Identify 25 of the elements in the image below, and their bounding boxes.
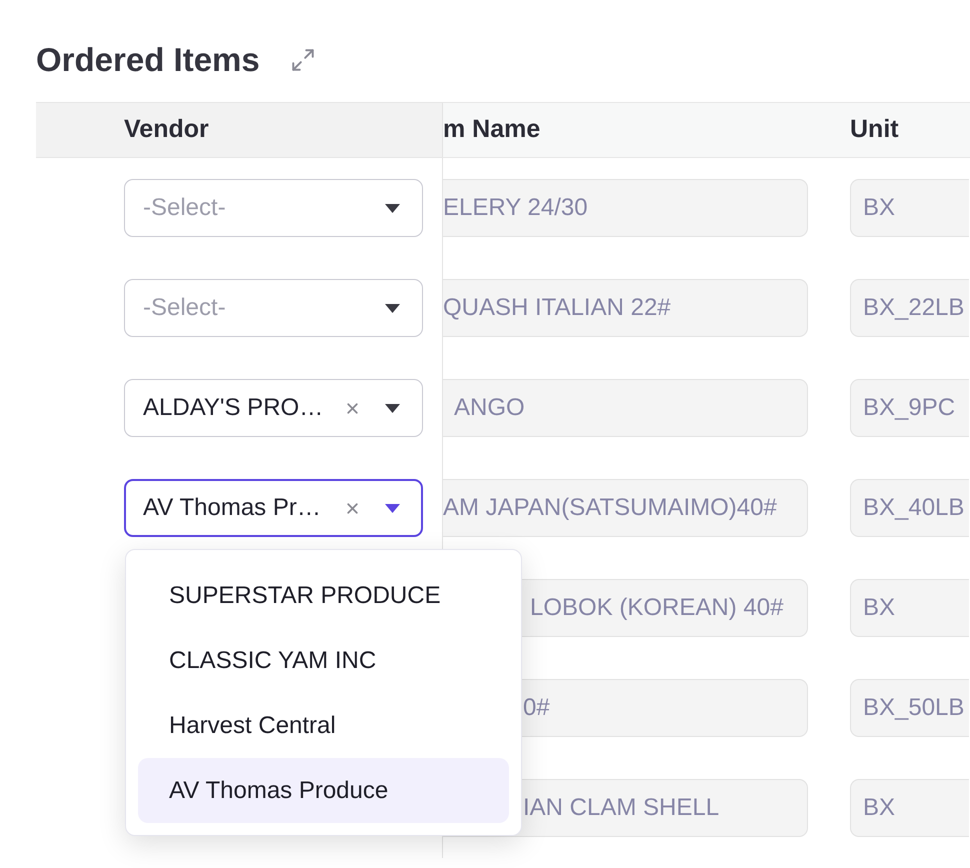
column-header: Vendor [36, 103, 443, 157]
vendor-select[interactable]: AV Thomas Pr… [124, 479, 423, 537]
dropdown-option[interactable]: AV Thomas Produce [138, 758, 509, 823]
unit-field[interactable]: BX_22LB [850, 279, 969, 337]
unit-field[interactable]: BX_50LB [850, 679, 969, 737]
column-header: Unit [850, 114, 899, 146]
unit-field[interactable]: BX_9PC [850, 379, 969, 437]
unit-field[interactable]: BX_40LB [850, 479, 969, 537]
item-name-field[interactable]: ANGO [443, 379, 808, 437]
caret-icon [385, 304, 400, 312]
section-title: Ordered Items [36, 40, 260, 80]
item-name-field[interactable]: QUASH ITALIAN 22# [443, 279, 808, 337]
column-header: m Name [443, 114, 542, 146]
caret-icon [385, 504, 400, 512]
unit-field[interactable]: BX [850, 779, 969, 837]
caret-icon [385, 204, 400, 212]
item-name-field[interactable]: AM JAPAN(SATSUMAIMO)40# [443, 479, 808, 537]
expand-icon[interactable] [290, 47, 316, 73]
caret-icon [385, 404, 400, 412]
vendor-select[interactable]: -Select- [124, 179, 423, 237]
unit-field[interactable]: BX [850, 179, 969, 237]
vendor-select[interactable]: ALDAY'S PRO… [124, 379, 423, 437]
item-name-field[interactable]: ELERY 24/30 [443, 179, 808, 237]
vendor-select[interactable]: -Select- [124, 279, 423, 337]
unit-field[interactable]: BX [850, 579, 969, 637]
